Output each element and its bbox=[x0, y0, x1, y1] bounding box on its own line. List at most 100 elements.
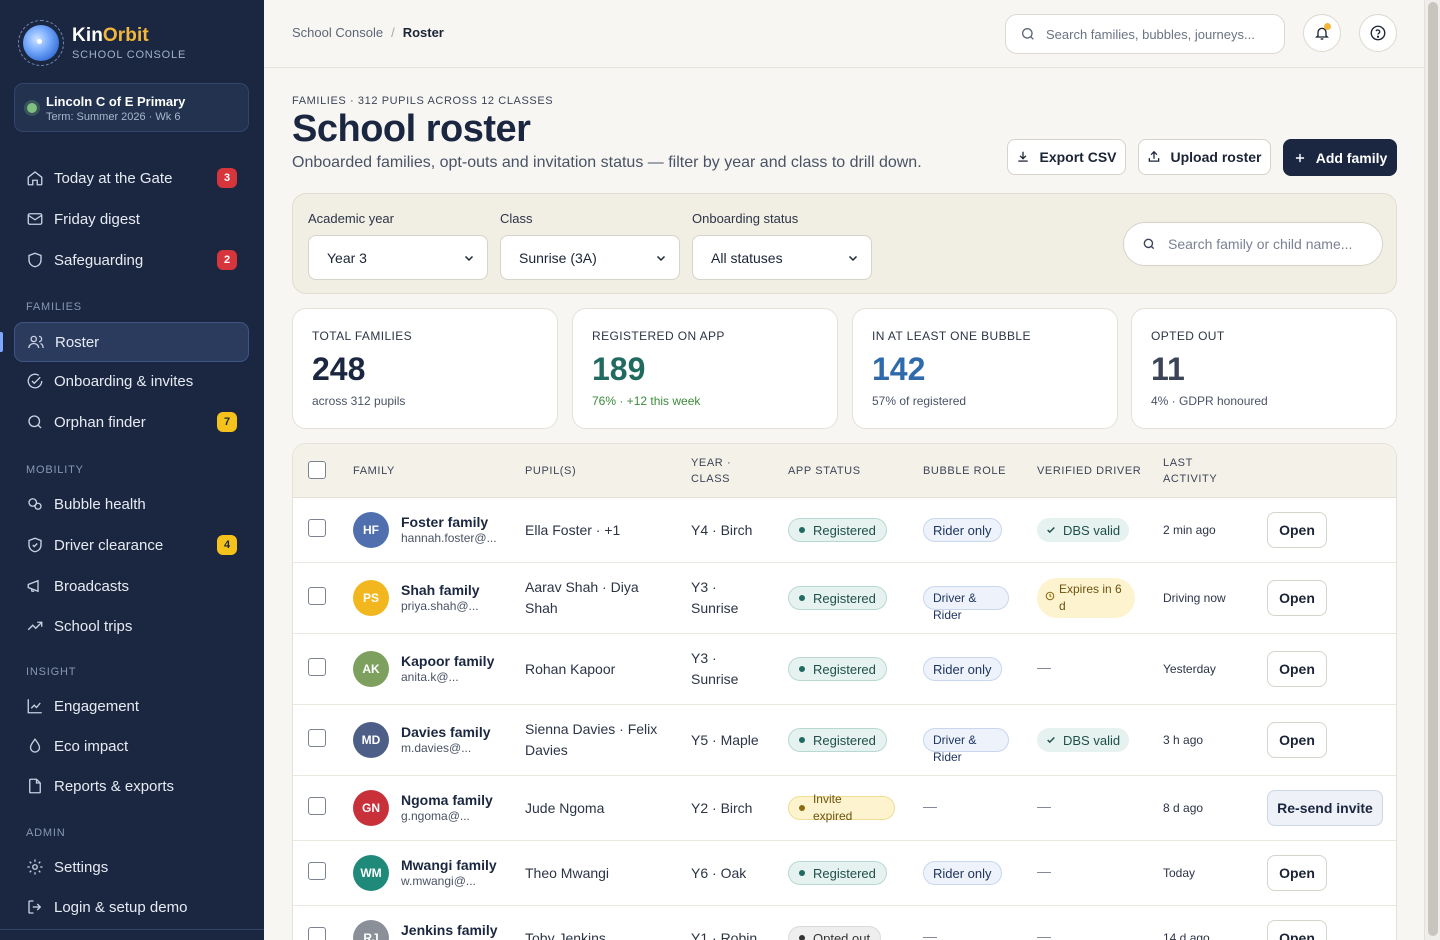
sidebar-item-safeguarding[interactable]: Safeguarding 2 bbox=[14, 241, 249, 279]
login-icon bbox=[26, 898, 44, 916]
family-name[interactable]: Kapoor family bbox=[401, 653, 494, 669]
export-csv-button[interactable]: Export CSV bbox=[1007, 139, 1126, 175]
sidebar-item-school-trips[interactable]: School trips bbox=[14, 607, 249, 645]
page-eyebrow: FAMILIES · 312 PUPILS ACROSS 12 CLASSES bbox=[292, 95, 554, 107]
sidebar-item-onboarding-invites[interactable]: Onboarding & invites bbox=[14, 362, 249, 400]
column-header-pupils[interactable]: PUPIL(S) bbox=[525, 463, 576, 479]
stat-card-registered: REGISTERED ON APP 189 76% · +12 this wee… bbox=[572, 308, 838, 429]
roster-search[interactable] bbox=[1123, 222, 1383, 266]
sidebar-item-login-setup-demo[interactable]: Login & setup demo bbox=[14, 888, 249, 926]
notifications-button[interactable] bbox=[1303, 14, 1341, 52]
roster-search-input[interactable] bbox=[1168, 236, 1368, 252]
table-header: FAMILY PUPIL(S) YEAR · CLASS APP STATUS … bbox=[293, 444, 1396, 498]
open-button[interactable]: Open bbox=[1267, 651, 1327, 687]
sidebar-item-roster[interactable]: Roster bbox=[14, 322, 249, 362]
table-row[interactable]: MD Davies family m.davies@... Sienna Dav… bbox=[293, 705, 1396, 776]
plus-icon bbox=[1295, 153, 1304, 162]
sidebar-item-bubble-health[interactable]: Bubble health bbox=[14, 485, 249, 523]
sidebar-item-friday-digest[interactable]: Friday digest bbox=[14, 200, 249, 238]
table-row[interactable]: HF Foster family hannah.foster@... Ella … bbox=[293, 498, 1396, 563]
table-row[interactable]: GN Ngoma family g.ngoma@... Jude Ngoma Y… bbox=[293, 776, 1396, 841]
breadcrumb-root[interactable]: School Console bbox=[292, 25, 383, 40]
count-badge: 2 bbox=[217, 250, 237, 270]
row-checkbox[interactable] bbox=[308, 587, 326, 605]
sidebar-item-reports-exports[interactable]: Reports & exports bbox=[14, 767, 249, 805]
table-row[interactable]: RJ Jenkins family Toby Jenkins Y1 · Robi… bbox=[293, 906, 1396, 940]
page-title: School roster bbox=[292, 108, 531, 150]
megaphone-icon bbox=[26, 577, 44, 595]
sidebar-item-eco-impact[interactable]: Eco impact bbox=[14, 727, 249, 765]
school-name: Lincoln C of E Primary bbox=[46, 94, 186, 109]
family-email: w.mwangi@... bbox=[401, 874, 476, 888]
open-button[interactable]: Open bbox=[1267, 580, 1327, 616]
stat-label: REGISTERED ON APP bbox=[592, 329, 725, 343]
row-checkbox[interactable] bbox=[308, 797, 326, 815]
column-header-verified-driver[interactable]: VERIFIED DRIVER bbox=[1037, 463, 1141, 479]
status-dot-icon bbox=[27, 103, 37, 113]
upload-roster-button[interactable]: Upload roster bbox=[1138, 139, 1271, 175]
column-header-last-activity[interactable]: LAST ACTIVITY bbox=[1163, 455, 1217, 487]
column-header-year-class[interactable]: YEAR · CLASS bbox=[691, 455, 731, 487]
page-scrollbar[interactable] bbox=[1424, 0, 1440, 940]
family-name[interactable]: Mwangi family bbox=[401, 857, 497, 873]
sidebar-item-today-at-the-gate[interactable]: Today at the Gate 3 bbox=[14, 159, 249, 197]
table-row[interactable]: PS Shah family priya.shah@... Aarav Shah… bbox=[293, 563, 1396, 634]
class-select[interactable]: Sunrise (3A) bbox=[500, 235, 680, 280]
row-checkbox[interactable] bbox=[308, 519, 326, 537]
help-button[interactable] bbox=[1359, 14, 1397, 52]
driver-empty: — bbox=[1037, 659, 1051, 675]
shield-check-icon bbox=[26, 536, 44, 554]
sidebar-item-engagement[interactable]: Engagement bbox=[14, 687, 249, 725]
global-search-input[interactable] bbox=[1046, 26, 1266, 42]
column-header-bubble-role[interactable]: BUBBLE ROLE bbox=[923, 463, 1006, 479]
open-button[interactable]: Open bbox=[1267, 512, 1327, 548]
stat-card-in-bubble: IN AT LEAST ONE BUBBLE 142 57% of regist… bbox=[852, 308, 1118, 429]
academic-year-select[interactable]: Year 3 bbox=[308, 235, 488, 280]
column-header-family[interactable]: FAMILY bbox=[353, 463, 395, 479]
select-value: Sunrise (3A) bbox=[519, 249, 597, 266]
open-button[interactable]: Open bbox=[1267, 722, 1327, 758]
table-row[interactable]: WM Mwangi family w.mwangi@... Theo Mwang… bbox=[293, 841, 1396, 906]
nav-section-mobility: MOBILITY bbox=[26, 464, 84, 476]
column-header-app-status[interactable]: APP STATUS bbox=[788, 463, 861, 479]
family-email: priya.shah@... bbox=[401, 599, 479, 613]
stat-value: 11 bbox=[1151, 351, 1185, 387]
search-icon bbox=[1143, 238, 1155, 250]
global-search[interactable] bbox=[1005, 14, 1285, 54]
open-button[interactable]: Open bbox=[1267, 855, 1327, 891]
onboarding-status-select[interactable]: All statuses bbox=[692, 235, 872, 280]
row-checkbox[interactable] bbox=[308, 862, 326, 880]
driver-empty: — bbox=[1037, 928, 1051, 940]
sidebar-item-orphan-finder[interactable]: Orphan finder 7 bbox=[14, 403, 249, 441]
download-icon bbox=[1018, 151, 1029, 162]
sidebar-item-label: Driver clearance bbox=[54, 536, 164, 554]
scrollbar-thumb[interactable] bbox=[1428, 2, 1438, 936]
last-activity: Yesterday bbox=[1163, 662, 1216, 676]
stat-label: OPTED OUT bbox=[1151, 329, 1225, 343]
brand[interactable]: KinOrbit SCHOOL CONSOLE bbox=[18, 20, 186, 66]
sidebar-item-settings[interactable]: Settings bbox=[14, 848, 249, 886]
resend-invite-button[interactable]: Re-send invite bbox=[1267, 790, 1383, 826]
school-switcher[interactable]: Lincoln C of E Primary Term: Summer 2026… bbox=[14, 83, 249, 132]
sidebar-item-driver-clearance[interactable]: Driver clearance 4 bbox=[14, 526, 249, 564]
family-name[interactable]: Jenkins family bbox=[401, 922, 498, 938]
year-class: Y3 · Sunrise bbox=[691, 579, 739, 616]
select-all-checkbox[interactable] bbox=[308, 461, 326, 479]
row-checkbox[interactable] bbox=[308, 729, 326, 747]
topbar: School Console / Roster bbox=[264, 0, 1424, 68]
row-checkbox[interactable] bbox=[308, 658, 326, 676]
sidebar-item-broadcasts[interactable]: Broadcasts bbox=[14, 567, 249, 605]
stat-value: 142 bbox=[872, 351, 926, 387]
row-checkbox[interactable] bbox=[308, 927, 326, 940]
family-name[interactable]: Foster family bbox=[401, 514, 488, 530]
open-button[interactable]: Open bbox=[1267, 920, 1327, 940]
family-name[interactable]: Shah family bbox=[401, 582, 480, 598]
family-name[interactable]: Ngoma family bbox=[401, 792, 493, 808]
role-empty: — bbox=[923, 928, 937, 940]
last-activity: Driving now bbox=[1163, 591, 1226, 605]
table-row[interactable]: AK Kapoor family anita.k@... Rohan Kapoo… bbox=[293, 634, 1396, 705]
pupil-names: Toby Jenkins bbox=[525, 930, 606, 940]
family-name[interactable]: Davies family bbox=[401, 724, 491, 740]
pupil-names: Aarav Shah · Diya Shah bbox=[525, 579, 639, 616]
add-family-button[interactable]: Add family bbox=[1283, 139, 1397, 176]
